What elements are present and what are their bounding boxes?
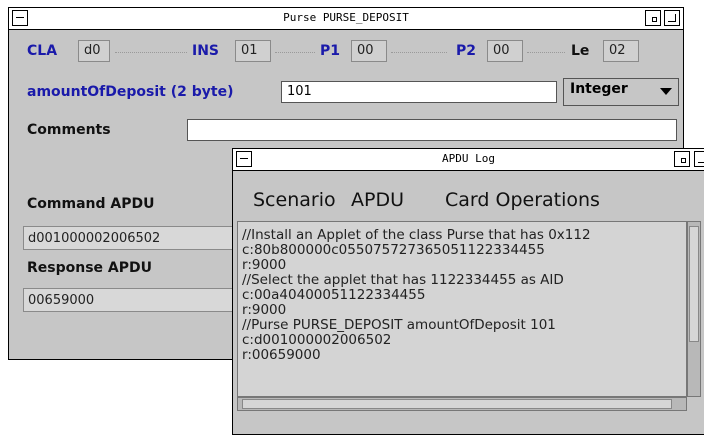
log-window-title: APDU Log xyxy=(442,152,495,165)
type-select[interactable]: Integer xyxy=(563,78,679,106)
divider-dots xyxy=(275,52,315,53)
log-horizontal-scrollbar[interactable] xyxy=(237,397,687,411)
log-vertical-scrollbar[interactable] xyxy=(687,221,701,397)
cla-field[interactable]: d0 xyxy=(78,40,110,62)
divider-dots xyxy=(527,52,565,53)
divider-dots xyxy=(391,52,447,53)
horizontal-scroll-thumb[interactable] xyxy=(242,399,672,409)
log-line: r:9000 xyxy=(242,257,287,273)
main-window-title: Purse PURSE_DEPOSIT xyxy=(283,11,409,24)
p1-label: P1 xyxy=(320,43,341,59)
menu-card-operations[interactable]: Card Operations xyxy=(445,189,600,211)
log-line: r:9000 xyxy=(242,302,287,318)
command-apdu-label: Command APDU xyxy=(27,196,155,212)
maximize-icon[interactable] xyxy=(694,151,704,167)
log-line: c:00a40400051122334455 xyxy=(242,287,426,303)
main-titlebar[interactable]: Purse PURSE_DEPOSIT xyxy=(9,8,683,30)
comments-label: Comments xyxy=(27,122,111,138)
minimize-icon[interactable] xyxy=(674,151,690,167)
le-label: Le xyxy=(571,43,590,59)
response-apdu-label: Response APDU xyxy=(27,260,153,276)
log-line: r:00659000 xyxy=(242,347,321,363)
amount-input[interactable]: 101 xyxy=(281,81,557,103)
log-line: //Purse PURSE_DEPOSIT amountOfDeposit 10… xyxy=(242,317,556,333)
maximize-icon[interactable] xyxy=(664,10,680,26)
log-titlebar[interactable]: APDU Log xyxy=(233,149,704,171)
command-apdu-value: d001000002006502 xyxy=(23,226,233,250)
amount-label: amountOfDeposit (2 byte) xyxy=(27,84,234,100)
ins-label: INS xyxy=(192,43,220,59)
log-line: c:80b800000c055075727365051122334455 xyxy=(242,242,545,258)
log-line: //Install an Applet of the class Purse t… xyxy=(242,227,591,243)
p2-field[interactable]: 00 xyxy=(487,40,523,62)
p2-label: P2 xyxy=(456,43,477,59)
comments-input[interactable] xyxy=(187,119,677,141)
vertical-scroll-thumb[interactable] xyxy=(689,226,699,342)
ins-field[interactable]: 01 xyxy=(235,40,271,62)
le-field[interactable]: 02 xyxy=(603,40,639,62)
log-line: c:d001000002006502 xyxy=(242,332,392,348)
divider-dots xyxy=(115,52,187,53)
menu-scenario[interactable]: Scenario xyxy=(253,189,336,211)
menu-apdu[interactable]: APDU xyxy=(351,189,404,211)
apdu-log-window: APDU Log Scenario APDU Card Operations /… xyxy=(232,148,704,435)
p1-field[interactable]: 00 xyxy=(351,40,387,62)
log-text-area[interactable]: //Install an Applet of the class Purse t… xyxy=(237,221,687,397)
cla-label: CLA xyxy=(27,43,58,59)
log-line: //Select the applet that has 1122334455 … xyxy=(242,272,564,288)
chevron-down-icon xyxy=(660,88,672,95)
response-apdu-value: 00659000 xyxy=(23,288,233,312)
type-select-value: Integer xyxy=(570,81,628,97)
minimize-icon[interactable] xyxy=(645,10,661,26)
